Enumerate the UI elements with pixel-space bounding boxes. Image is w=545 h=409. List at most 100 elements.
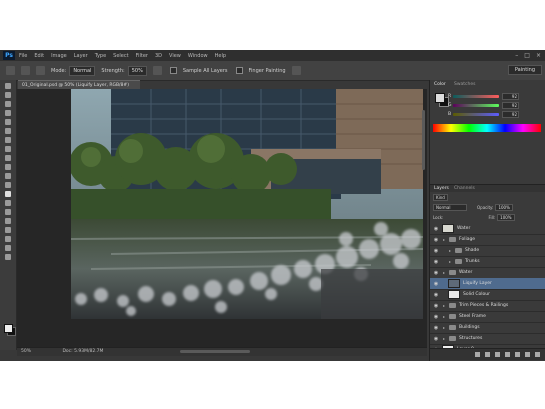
layer-filter-row: Kind bbox=[433, 194, 448, 201]
visibility-eye-icon[interactable]: ◉ bbox=[433, 237, 439, 243]
delete-layer-icon[interactable] bbox=[535, 352, 540, 357]
menu-filter[interactable]: Filter bbox=[136, 53, 148, 59]
color-panel-foreground-swatch[interactable] bbox=[435, 93, 445, 103]
maximize-icon[interactable]: □ bbox=[524, 52, 530, 59]
history-brush-tool-icon[interactable] bbox=[5, 164, 11, 170]
add-mask-icon[interactable] bbox=[495, 352, 500, 357]
link-layers-icon[interactable] bbox=[475, 352, 480, 357]
pen-tool-icon[interactable] bbox=[5, 209, 11, 215]
foreground-color-swatch[interactable] bbox=[4, 324, 13, 333]
visibility-eye-icon[interactable]: ◉ bbox=[433, 303, 439, 309]
workspace-select[interactable]: Painting bbox=[507, 65, 542, 75]
adjustment-layer-icon[interactable] bbox=[505, 352, 510, 357]
eyedropper-tool-icon[interactable] bbox=[5, 128, 11, 134]
smudge-tool-preset-icon[interactable] bbox=[6, 66, 15, 75]
mode-label: Mode: bbox=[51, 67, 67, 74]
pressure-icon[interactable] bbox=[152, 66, 162, 75]
type-tool-icon[interactable] bbox=[5, 218, 11, 224]
brush-preset-icon[interactable] bbox=[21, 66, 30, 75]
visibility-eye-icon[interactable]: ◉ bbox=[433, 314, 439, 320]
menu-image[interactable]: Image bbox=[51, 53, 67, 59]
menu-view[interactable]: View bbox=[169, 53, 181, 59]
folder-icon bbox=[449, 325, 457, 330]
new-group-icon[interactable] bbox=[515, 352, 520, 357]
new-layer-icon[interactable] bbox=[525, 352, 530, 357]
visibility-eye-icon[interactable]: ◉ bbox=[433, 325, 439, 331]
finger-painting-checkbox[interactable] bbox=[235, 67, 243, 74]
blend-mode-select[interactable]: Normal bbox=[433, 204, 467, 211]
color-channel-slider[interactable] bbox=[453, 95, 499, 98]
expand-arrow-icon[interactable]: ▸ bbox=[443, 336, 445, 341]
visibility-eye-icon[interactable]: ◉ bbox=[433, 336, 439, 342]
menu-window[interactable]: Window bbox=[188, 53, 208, 59]
sample-all-layers-checkbox[interactable] bbox=[169, 67, 177, 74]
color-panel-tab[interactable]: Color bbox=[434, 82, 446, 87]
brush-tool-icon[interactable] bbox=[5, 146, 11, 152]
swatches-panel-tab[interactable]: Swatches bbox=[454, 82, 476, 87]
menu-type[interactable]: Type bbox=[95, 53, 106, 59]
color-channel-value[interactable]: 92 bbox=[502, 111, 519, 118]
expand-arrow-icon[interactable]: ▸ bbox=[443, 303, 445, 308]
hand-tool-icon[interactable] bbox=[5, 245, 11, 251]
menu-edit[interactable]: Edit bbox=[34, 53, 44, 59]
opacity-field[interactable]: 100% bbox=[495, 204, 513, 211]
visibility-eye-icon[interactable]: ◉ bbox=[433, 292, 439, 298]
color-channel-slider[interactable] bbox=[453, 113, 499, 116]
layer-filter-select[interactable]: Kind bbox=[433, 194, 448, 201]
gradient-tool-icon[interactable] bbox=[5, 182, 11, 188]
zoom-tool-icon[interactable] bbox=[5, 254, 11, 260]
expand-arrow-icon[interactable]: ▸ bbox=[443, 237, 445, 242]
color-channel-value[interactable]: 92 bbox=[502, 102, 519, 109]
zoom-level[interactable]: 50% bbox=[21, 349, 31, 354]
dodge-tool-icon[interactable] bbox=[5, 200, 11, 206]
layer-name: Solid Colour bbox=[463, 292, 490, 297]
color-spectrum[interactable] bbox=[433, 124, 541, 132]
horizontal-scrollbar[interactable] bbox=[180, 350, 250, 353]
fill-field[interactable]: 100% bbox=[497, 214, 515, 221]
expand-arrow-icon[interactable]: ▸ bbox=[443, 270, 445, 275]
tablet-pressure-icon[interactable] bbox=[291, 66, 301, 75]
layer-name: Structures bbox=[459, 336, 483, 341]
lasso-tool-icon[interactable] bbox=[5, 101, 11, 107]
color-channel-slider[interactable] bbox=[453, 104, 499, 107]
menu-bar: Ps File Edit Image Layer Type Select Fil… bbox=[0, 50, 545, 61]
color-channel-value[interactable]: 92 bbox=[502, 93, 519, 100]
channels-panel-tab[interactable]: Channels bbox=[454, 186, 475, 191]
shape-tool-icon[interactable] bbox=[5, 236, 11, 242]
quick-select-tool-icon[interactable] bbox=[5, 110, 11, 116]
mode-select[interactable]: Normal bbox=[69, 65, 96, 76]
expand-arrow-icon[interactable]: ▸ bbox=[443, 314, 445, 319]
healing-tool-icon[interactable] bbox=[5, 137, 11, 143]
menu-3d[interactable]: 3D bbox=[155, 53, 162, 59]
menu-layer[interactable]: Layer bbox=[74, 53, 88, 59]
document-canvas[interactable] bbox=[71, 89, 423, 319]
clone-stamp-tool-icon[interactable] bbox=[5, 155, 11, 161]
expand-arrow-icon[interactable]: ▸ bbox=[449, 248, 451, 253]
brush-panel-icon[interactable] bbox=[36, 66, 45, 75]
minimize-icon[interactable]: – bbox=[515, 52, 518, 59]
lock-label: Lock: bbox=[433, 215, 444, 220]
menu-select[interactable]: Select bbox=[113, 53, 128, 59]
menu-file[interactable]: File bbox=[19, 53, 27, 59]
close-icon[interactable]: × bbox=[536, 52, 541, 59]
layers-panel-tab[interactable]: Layers bbox=[434, 186, 449, 191]
expand-arrow-icon[interactable]: ▸ bbox=[443, 325, 445, 330]
path-select-tool-icon[interactable] bbox=[5, 227, 11, 233]
layer-style-icon[interactable] bbox=[485, 352, 490, 357]
vertical-scrollbar[interactable] bbox=[422, 110, 425, 170]
expand-arrow-icon[interactable]: ▸ bbox=[449, 259, 451, 264]
layer-name: Water bbox=[457, 226, 471, 231]
visibility-eye-icon[interactable]: ◉ bbox=[433, 248, 439, 254]
eraser-tool-icon[interactable] bbox=[5, 173, 11, 179]
visibility-eye-icon[interactable]: ◉ bbox=[433, 226, 439, 232]
marquee-tool-icon[interactable] bbox=[5, 92, 11, 98]
strength-field[interactable]: 50% bbox=[127, 65, 147, 76]
visibility-eye-icon[interactable]: ◉ bbox=[433, 270, 439, 276]
menu-help[interactable]: Help bbox=[215, 53, 226, 59]
crop-tool-icon[interactable] bbox=[5, 119, 11, 125]
visibility-eye-icon[interactable]: ◉ bbox=[433, 259, 439, 265]
visibility-eye-icon[interactable]: ◉ bbox=[433, 281, 439, 287]
move-tool-icon[interactable] bbox=[5, 83, 11, 89]
smudge-tool-icon[interactable] bbox=[5, 191, 11, 197]
doc-size[interactable]: Doc: 5.93M/82.7M bbox=[62, 349, 103, 354]
